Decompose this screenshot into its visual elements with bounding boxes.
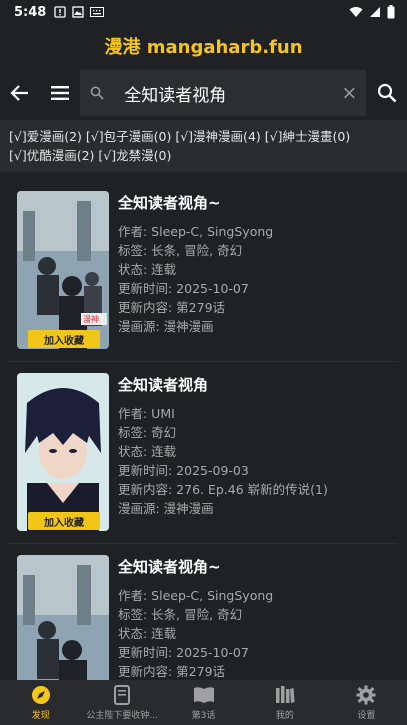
nav-label: 发现 — [31, 711, 50, 721]
menu-button[interactable] — [40, 70, 80, 116]
sim-warning-icon — [54, 6, 66, 18]
search-icon — [377, 83, 397, 103]
clear-search-icon[interactable] — [343, 85, 356, 101]
result-status: 状态: 连载 — [118, 626, 177, 641]
add-favorite-button[interactable]: 加入收藏 — [28, 330, 100, 348]
cover-image[interactable] — [17, 373, 109, 531]
result-source: 漫画源: 漫神漫画 — [118, 501, 214, 516]
svg-text:漫神: 漫神 — [83, 314, 99, 324]
nav-recent-manga[interactable]: 公主陛下要收钟... — [81, 680, 162, 725]
nav-label: 公主陛下要收钟... — [86, 711, 158, 721]
result-status: 状态: 连载 — [118, 444, 177, 459]
arrow-back-icon — [10, 85, 28, 101]
nav-settings[interactable]: 设置 — [326, 680, 407, 725]
result-updated-time: 更新时间: 2025-10-07 — [118, 645, 249, 660]
nav-current-chapter[interactable]: 第3话 — [163, 680, 244, 725]
library-icon — [275, 684, 295, 706]
app-brand-title: 漫港 mangaharb.fun — [104, 37, 303, 58]
result-source: 漫画源: 漫神漫画 — [118, 319, 214, 334]
search-input[interactable] — [124, 83, 344, 103]
source-filter-item[interactable]: [√]包子漫画(0) — [86, 129, 171, 144]
result-card[interactable]: 加入收藏 全知读者视角 作者: UMI 标签: 奇幻 状态: 连载 更新时间: … — [8, 362, 398, 544]
source-filter-item[interactable]: [√]紳士漫畫(0) — [265, 129, 350, 144]
source-filter-item[interactable]: [√]优酷漫画(2) — [9, 148, 94, 163]
source-filter-bar: [√]爱漫画(2) [√]包子漫画(0) [√]漫神漫画(4) [√]紳士漫畫(… — [0, 120, 407, 172]
status-bar: 5:48 — [0, 0, 407, 24]
hamburger-menu-icon — [51, 86, 69, 100]
add-favorite-button[interactable]: 加入收藏 — [28, 512, 100, 530]
result-author: 作者: Sleep-C, SingSyong — [118, 224, 274, 239]
search-toolbar — [0, 70, 407, 116]
search-submit-button[interactable] — [368, 70, 406, 116]
nav-label: 设置 — [357, 711, 376, 721]
result-tags: 标签: 长条, 冒险, 奇幻 — [118, 243, 243, 258]
result-author: 作者: UMI — [118, 406, 175, 421]
open-book-icon — [193, 684, 215, 706]
result-title[interactable]: 全知读者视角 — [118, 374, 393, 395]
status-time: 5:48 — [14, 4, 47, 20]
nav-label: 我的 — [275, 711, 294, 721]
bottom-navigation: 发现 公主陛下要收钟... 第3话 我的 设置 — [0, 680, 407, 725]
result-tags: 标签: 奇幻 — [118, 425, 177, 440]
source-filter-item[interactable]: [√]龙禁漫(0) — [98, 148, 171, 163]
source-filter-item[interactable]: [√]漫神漫画(4) — [175, 129, 260, 144]
result-title[interactable]: 全知读者视角~ — [118, 556, 393, 577]
result-tags: 标签: 长条, 冒险, 奇幻 — [118, 607, 243, 622]
result-updated-time: 更新时间: 2025-09-03 — [118, 463, 249, 478]
result-updated-content: 更新内容: 第279话 — [118, 300, 226, 315]
nav-mine[interactable]: 我的 — [244, 680, 325, 725]
result-title[interactable]: 全知读者视角~ — [118, 192, 393, 213]
back-button[interactable] — [0, 70, 40, 116]
image-icon — [72, 6, 84, 18]
nav-discover[interactable]: 发现 — [0, 680, 81, 725]
result-updated-time: 更新时间: 2025-10-07 — [118, 281, 249, 296]
search-icon — [90, 86, 104, 100]
result-card[interactable]: 漫神 加入收藏 全知读者视角~ 作者: Sleep-C, SingSyong 标… — [8, 180, 398, 362]
result-updated-content: 更新内容: 276. Ep.46 崭新的传说(1) — [118, 482, 328, 497]
result-author: 作者: Sleep-C, SingSyong — [118, 588, 274, 603]
result-status: 状态: 连载 — [118, 262, 177, 277]
keyboard-icon — [90, 7, 105, 17]
compass-icon — [31, 684, 51, 706]
book-icon — [114, 684, 131, 706]
cover-image[interactable]: 漫神 — [17, 191, 109, 349]
result-updated-content: 更新内容: 第279话 — [118, 664, 226, 679]
nav-label: 第3话 — [191, 711, 216, 721]
search-results-list: 漫神 加入收藏 全知读者视角~ 作者: Sleep-C, SingSyong 标… — [8, 180, 398, 725]
source-filter-item[interactable]: [√]爱漫画(2) — [9, 129, 82, 144]
wifi-icon — [349, 7, 363, 17]
signal-icon — [370, 7, 380, 17]
battery-icon — [387, 5, 395, 19]
gear-icon — [356, 684, 376, 706]
search-box — [80, 70, 366, 116]
